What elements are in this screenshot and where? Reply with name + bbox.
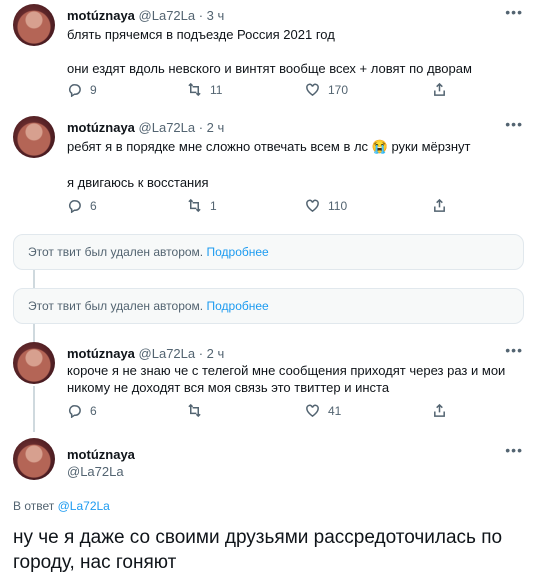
more-icon[interactable]: ••• xyxy=(505,116,523,132)
like-count: 110 xyxy=(328,198,348,213)
retweet-button[interactable]: 1 xyxy=(187,198,217,213)
like-icon xyxy=(306,404,319,418)
author-handle[interactable]: @La72La xyxy=(139,346,196,361)
tweet-actions: 6 1 110 xyxy=(67,198,447,218)
share-button[interactable] xyxy=(432,403,447,418)
like-button[interactable]: 41 xyxy=(305,403,341,418)
reply-context: В ответ @La72La xyxy=(13,499,110,513)
deleted-tweet-notice: Этот твит был удален автором. Подробнее xyxy=(13,234,524,270)
more-icon[interactable]: ••• xyxy=(505,342,523,358)
author-handle[interactable]: @La72La xyxy=(139,8,196,23)
author-handle[interactable]: @La72La xyxy=(139,120,196,135)
tweet-text-line: они ездят вдоль невского и винтят вообще… xyxy=(67,61,472,76)
tweet-header: motúznaya @La72La · 2 ч xyxy=(67,120,224,135)
reply-icon xyxy=(69,200,81,213)
author-name[interactable]: motúznaya xyxy=(67,447,135,462)
retweet-button[interactable] xyxy=(187,403,210,418)
reply-button[interactable]: 6 xyxy=(67,198,97,213)
avatar[interactable] xyxy=(13,438,55,480)
author-handle-text: @La72La xyxy=(67,464,124,479)
thread-connector xyxy=(33,386,35,432)
timestamp[interactable]: · 2 ч xyxy=(199,346,225,361)
tweet-2[interactable]: motúznaya @La72La · 2 ч ••• ребят я в по… xyxy=(0,110,537,228)
thread-connector xyxy=(33,270,35,288)
like-count: 170 xyxy=(328,82,349,97)
retweet-count: 1 xyxy=(210,198,217,213)
reply-to-link[interactable]: @La72La xyxy=(58,499,110,513)
tweet-actions: 6 41 xyxy=(67,403,447,423)
reply-button[interactable]: 6 xyxy=(67,403,97,418)
learn-more-link[interactable]: Подробнее xyxy=(206,245,268,259)
main-tweet-text: ну че я даже со своими друзьями рассредо… xyxy=(13,527,503,573)
tweet-text-line: блять прячемся в подъезде Россия 2021 го… xyxy=(67,27,335,42)
deleted-tweet-notice: Этот твит был удален автором. Подробнее xyxy=(13,288,524,324)
deleted-tweet-text: Этот твит был удален автором. xyxy=(28,245,204,259)
learn-more-link[interactable]: Подробнее xyxy=(206,299,268,313)
more-icon[interactable]: ••• xyxy=(505,442,523,458)
share-button[interactable] xyxy=(432,82,447,97)
share-icon xyxy=(434,198,445,212)
tweet-text-line: никому не доходят вся моя связь это твит… xyxy=(67,380,390,395)
reply-count: 6 xyxy=(90,403,97,418)
retweet-icon xyxy=(188,82,201,97)
author-name[interactable]: motúznaya xyxy=(67,120,135,135)
tweet-header: motúznaya @La72La · 3 ч xyxy=(67,8,224,23)
retweet-button[interactable]: 11 xyxy=(187,82,222,97)
author-handle[interactable]: @La72La xyxy=(67,464,124,479)
like-icon xyxy=(306,83,319,97)
reply-icon xyxy=(69,405,81,418)
retweet-icon xyxy=(188,198,201,213)
avatar[interactable] xyxy=(13,4,55,46)
author-name-text: motúznaya xyxy=(67,447,135,462)
tweet-text-line: я двигаюсь к восстания xyxy=(67,175,209,190)
timestamp[interactable]: · 2 ч xyxy=(199,120,225,135)
like-count: 41 xyxy=(328,403,342,418)
tweet-header: motúznaya @La72La · 2 ч xyxy=(67,346,224,361)
tweet-text-line: ребят я в порядке мне сложно отвечать вс… xyxy=(67,139,471,154)
author-name[interactable]: motúznaya xyxy=(67,346,135,361)
reply-icon xyxy=(69,84,81,97)
share-icon xyxy=(434,82,445,96)
tweet-actions: 9 11 170 xyxy=(67,82,447,102)
author-name[interactable]: motúznaya xyxy=(67,8,135,23)
retweet-count: 11 xyxy=(210,82,223,97)
reply-prefix: В ответ xyxy=(13,499,55,513)
deleted-tweet-text: Этот твит был удален автором. xyxy=(28,299,204,313)
tweet-3[interactable]: motúznaya @La72La · 2 ч ••• короче я не … xyxy=(0,338,537,432)
retweet-icon xyxy=(188,403,201,418)
like-button[interactable]: 170 xyxy=(305,82,348,97)
tweet-1[interactable]: motúznaya @La72La · 3 ч ••• блять прячем… xyxy=(0,0,537,110)
avatar[interactable] xyxy=(13,342,55,384)
reply-button[interactable]: 9 xyxy=(67,82,97,97)
timestamp[interactable]: · 3 ч xyxy=(199,8,225,23)
share-button[interactable] xyxy=(432,198,447,213)
like-button[interactable]: 110 xyxy=(305,198,347,213)
reply-count: 9 xyxy=(90,82,97,97)
share-icon xyxy=(434,403,445,417)
reply-count: 6 xyxy=(90,198,97,213)
tweet-text-line: короче я не знаю че с телегой мне сообще… xyxy=(67,363,506,378)
like-icon xyxy=(306,199,319,213)
avatar[interactable] xyxy=(13,116,55,158)
more-icon[interactable]: ••• xyxy=(505,4,523,20)
